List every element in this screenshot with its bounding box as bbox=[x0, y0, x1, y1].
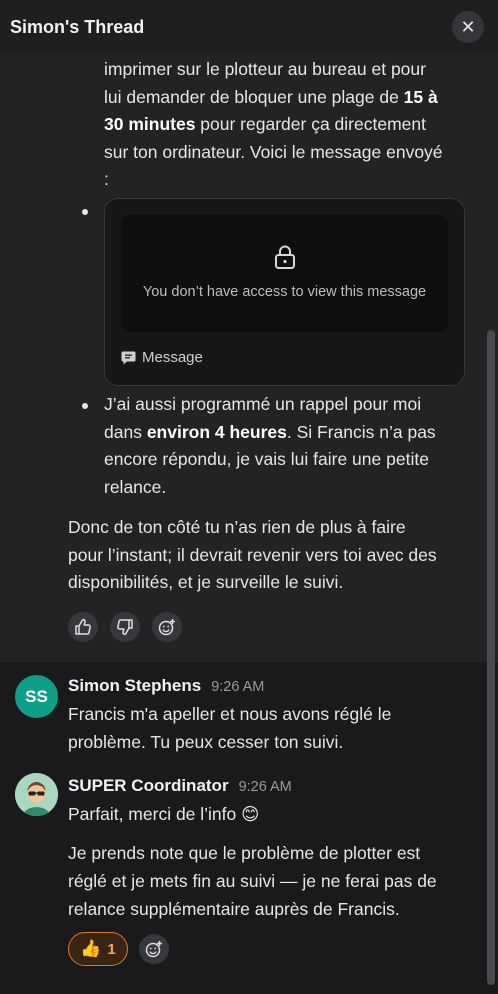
text-line: pour l’instant; il devrait revenir vers … bbox=[68, 544, 437, 565]
bullet-dot bbox=[82, 403, 88, 409]
close-button[interactable]: ✕ bbox=[452, 11, 484, 43]
avatar[interactable]: SS bbox=[15, 675, 58, 718]
bullet-item-1: imprimer sur le plotteur au bureau et po… bbox=[104, 56, 464, 194]
message-header: SUPER Coordinator 9:26 AM bbox=[68, 776, 292, 796]
close-icon: ✕ bbox=[460, 16, 476, 37]
thread-title: Simon's Thread bbox=[10, 16, 145, 37]
add-emoji-icon bbox=[158, 619, 175, 636]
text-line: Donc de ton côté tu n’as rien de plus à … bbox=[68, 517, 406, 537]
text-line: J’ai aussi programmé un rappel pour moi bbox=[104, 394, 422, 414]
message-icon bbox=[121, 351, 136, 365]
thumbs-up-icon: 👍 bbox=[80, 939, 102, 958]
thread-header: Simon's Thread ✕ bbox=[0, 0, 498, 54]
timestamp[interactable]: 9:26 AM bbox=[239, 779, 292, 795]
message-body-line1: Parfait, merci de l’info 😊 bbox=[68, 800, 478, 828]
text-line: disponibilités, et je surveille le suivi… bbox=[68, 572, 344, 592]
add-reaction-button[interactable] bbox=[152, 612, 182, 642]
closing-paragraph: Donc de ton côté tu n’as rien de plus à … bbox=[68, 514, 488, 597]
text-line: : bbox=[104, 169, 109, 189]
sender-name[interactable]: Simon Stephens bbox=[68, 676, 201, 696]
embedded-message-card[interactable]: You don’t have access to view this messa… bbox=[104, 198, 465, 386]
message-body: Francis m'a apeller et nous avons réglé … bbox=[68, 700, 478, 756]
locked-message-preview: You don’t have access to view this messa… bbox=[121, 215, 448, 332]
thumbs-down-icon bbox=[117, 619, 133, 636]
locked-message-text: You don’t have access to view this messa… bbox=[142, 283, 427, 300]
bullet-dot bbox=[82, 209, 88, 215]
add-reaction-button[interactable] bbox=[139, 934, 169, 964]
card-footer-label: Message bbox=[142, 349, 203, 366]
text-line: relance supplémentaire auprès de Francis… bbox=[68, 899, 400, 919]
text-line: lui demander de bloquer une plage de 15 … bbox=[104, 86, 438, 107]
thumbs-down-button[interactable] bbox=[110, 612, 140, 642]
text-line: Francis m'a apeller et nous avons réglé … bbox=[68, 704, 392, 724]
text-line: réglé et je mets fin au suivi — je ne fe… bbox=[68, 871, 437, 891]
timestamp[interactable]: 9:26 AM bbox=[211, 679, 264, 695]
bot-reply-section: imprimer sur le plotteur au bureau et po… bbox=[0, 40, 498, 662]
text-line: dans environ 4 heures. Si Francis n’a pa… bbox=[104, 421, 436, 442]
avatar-initials: SS bbox=[25, 686, 48, 706]
text-line: Je prends note que le problème de plotte… bbox=[68, 843, 421, 863]
thumbs-up-icon bbox=[75, 618, 91, 635]
sender-name[interactable]: SUPER Coordinator bbox=[68, 776, 229, 796]
lock-icon bbox=[274, 245, 295, 269]
text-line: problème. Tu peux cesser ton suivi. bbox=[68, 732, 344, 752]
thumbs-up-button[interactable] bbox=[68, 612, 98, 642]
avatar[interactable] bbox=[15, 773, 58, 816]
thumbs-up-reaction-chip[interactable]: 👍 1 bbox=[68, 932, 128, 966]
bullet-item-3: J’ai aussi programmé un rappel pour moi … bbox=[104, 391, 464, 501]
text-line: encore répondu, je vais lui faire une pe… bbox=[104, 449, 429, 469]
add-emoji-icon bbox=[145, 941, 162, 958]
message-body: Je prends note que le problème de plotte… bbox=[68, 839, 478, 923]
bot-avatar-icon bbox=[15, 773, 58, 816]
text-line: sur ton ordinateur. Voici le message env… bbox=[104, 141, 443, 162]
text-line: Parfait, merci de l’info bbox=[68, 804, 242, 824]
card-footer: Message bbox=[121, 349, 203, 366]
reaction-count: 1 bbox=[107, 940, 116, 958]
text-line: relance. bbox=[104, 476, 167, 497]
message-header: Simon Stephens 9:26 AM bbox=[68, 676, 264, 696]
scrollbar[interactable] bbox=[487, 330, 495, 985]
feedback-row bbox=[68, 612, 182, 642]
text-line: 30 minutes pour regarder ça directement bbox=[104, 114, 426, 134]
text-line: imprimer sur le plotteur au bureau et po… bbox=[104, 59, 426, 79]
smile-emoji-icon: 😊 bbox=[241, 804, 260, 824]
